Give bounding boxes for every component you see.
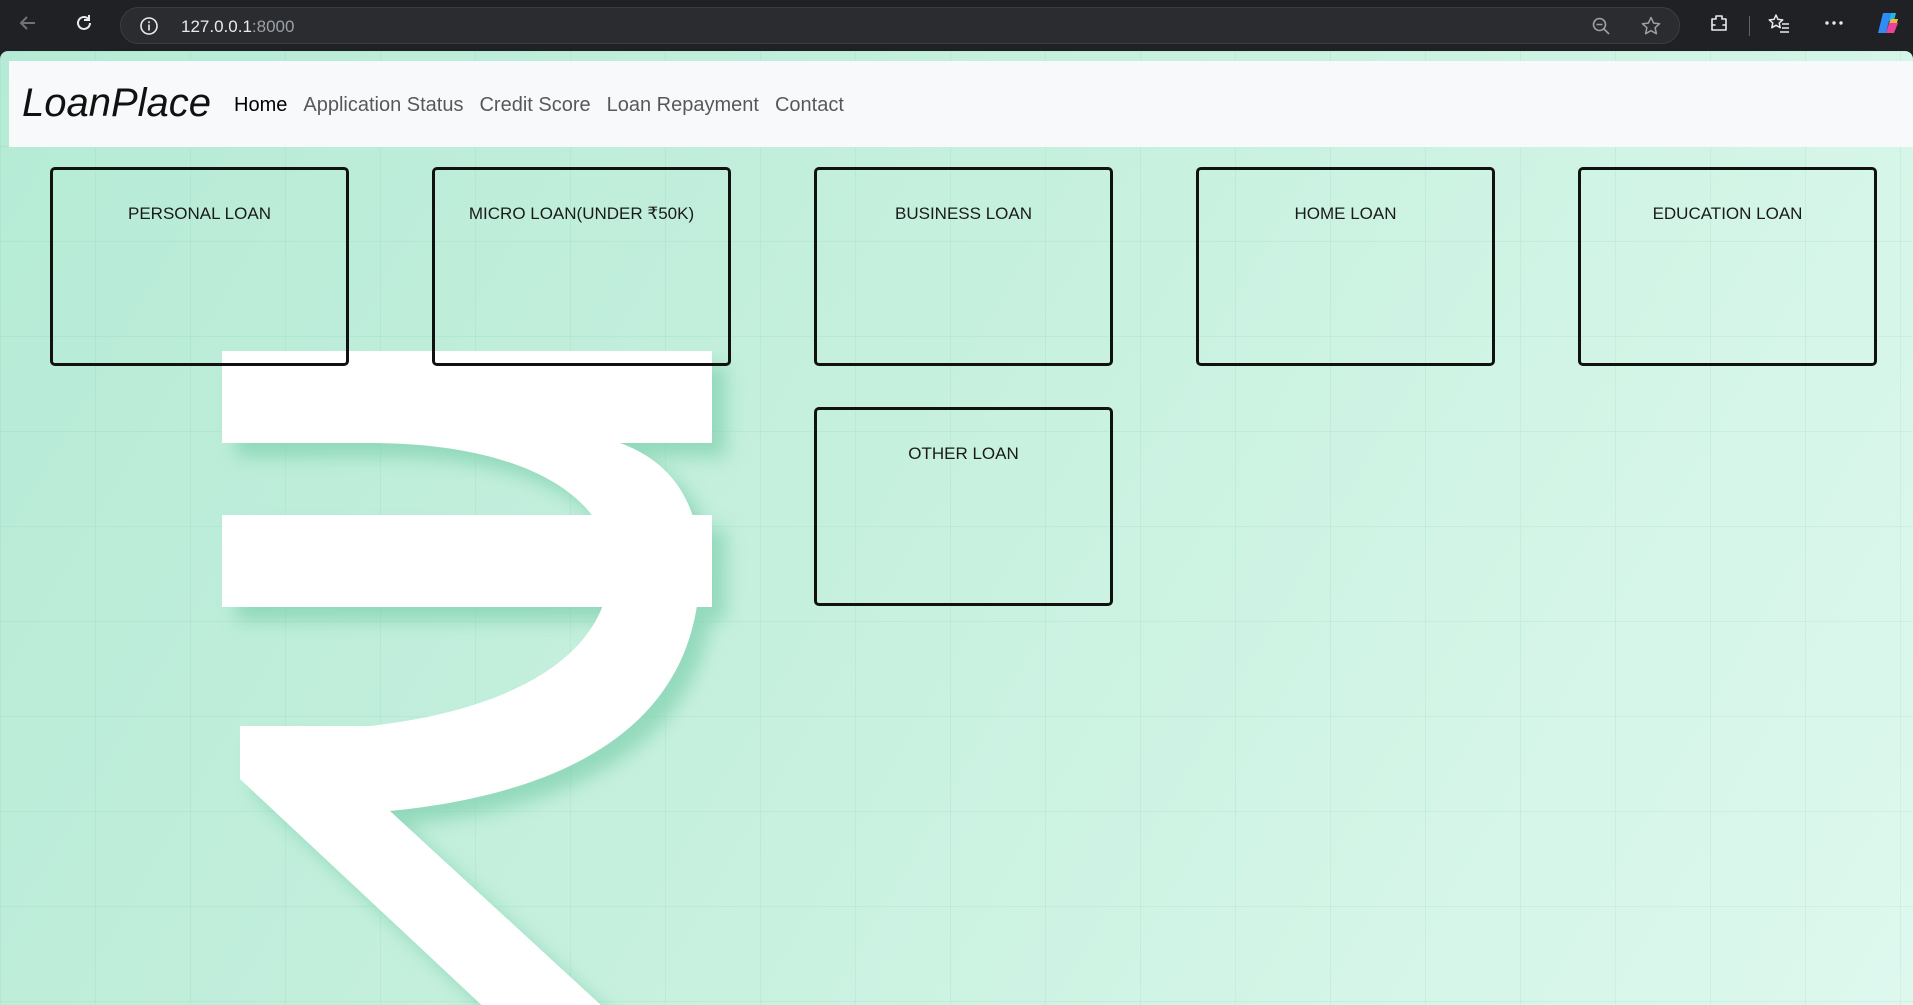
address-bar[interactable]: 127.0.0.1:8000 [120, 7, 1680, 44]
navbar: LoanPlace Home Application Status Credit… [9, 61, 1913, 147]
nav-link-home[interactable]: Home [234, 94, 287, 117]
loan-card-title: MICRO LOAN(UNDER ₹50K) [468, 204, 695, 223]
back-arrow-icon [17, 12, 39, 39]
nav-link-credit-score[interactable]: Credit Score [479, 94, 590, 117]
back-button[interactable] [12, 9, 44, 41]
loan-card-title: BUSINESS LOAN [895, 204, 1032, 223]
url-port: :8000 [251, 17, 295, 36]
loan-card-title: HOME LOAN [1294, 204, 1397, 223]
loan-card-other[interactable]: OTHER LOAN [814, 407, 1113, 606]
reload-button[interactable] [68, 9, 100, 41]
loan-card-title: PERSONAL LOAN [128, 204, 271, 223]
favorites-button[interactable] [1763, 9, 1795, 41]
url-host: 127.0.0.1 [181, 17, 252, 36]
loan-card-personal[interactable]: PERSONAL LOAN [50, 167, 349, 366]
zoom-out-icon[interactable] [1589, 14, 1613, 38]
extensions-button[interactable] [1703, 9, 1735, 41]
rupee-symbol-illustration [222, 351, 726, 1005]
nav-link-contact[interactable]: Contact [775, 94, 844, 117]
favorites-icon [1768, 12, 1790, 39]
toolbar-divider [1749, 16, 1750, 36]
more-options-button[interactable] [1818, 9, 1850, 41]
loan-card-business[interactable]: BUSINESS LOAN [814, 167, 1113, 366]
nav-link-application-status[interactable]: Application Status [303, 94, 463, 117]
loan-card-micro[interactable]: MICRO LOAN(UNDER ₹50K) [432, 167, 731, 366]
browser-toolbar: 127.0.0.1:8000 [0, 0, 1913, 51]
copilot-button[interactable] [1872, 9, 1904, 41]
extensions-icon [1708, 12, 1730, 39]
url-text[interactable]: 127.0.0.1:8000 [181, 17, 294, 37]
page-viewport: LoanPlace Home Application Status Credit… [0, 51, 1913, 1005]
favorite-star-icon[interactable] [1639, 14, 1663, 38]
loan-card-title: OTHER LOAN [908, 444, 1019, 463]
brand-logo[interactable]: LoanPlace [22, 81, 211, 126]
nav-links: Home Application Status Credit Score Loa… [234, 94, 860, 117]
reload-icon [73, 12, 95, 39]
copilot-icon [1874, 9, 1902, 42]
loan-card-education[interactable]: EDUCATION LOAN [1578, 167, 1877, 366]
loan-card-home[interactable]: HOME LOAN [1196, 167, 1495, 366]
more-options-icon [1823, 12, 1845, 39]
nav-link-loan-repayment[interactable]: Loan Repayment [607, 94, 759, 117]
site-info-icon[interactable] [139, 16, 159, 36]
loan-card-title: EDUCATION LOAN [1652, 204, 1803, 223]
